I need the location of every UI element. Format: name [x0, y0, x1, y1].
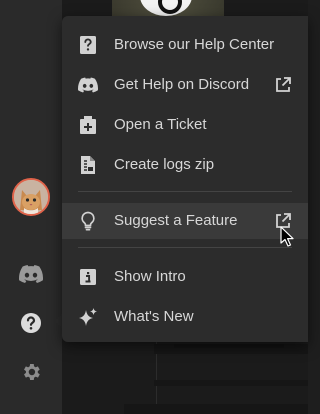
left-rail [0, 0, 62, 414]
menu-divider [78, 191, 292, 192]
discord-icon [78, 75, 98, 95]
menu-item-open-ticket[interactable]: Open a Ticket [62, 107, 308, 143]
settings-rail-button[interactable] [11, 352, 51, 392]
menu-item-show-intro[interactable]: Show Intro [62, 259, 308, 295]
menu-item-label: Browse our Help Center [114, 36, 275, 53]
help-rail-button[interactable] [11, 303, 51, 343]
menu-item-label: Get Help on Discord [114, 76, 250, 93]
menu-item-create-logs-zip[interactable]: Create logs zip [62, 147, 308, 183]
discord-icon [19, 265, 43, 283]
menu-item-browse-help-center[interactable]: Browse our Help Center [62, 27, 308, 63]
help-menu: Browse our Help Center Get Help on Disco… [62, 16, 308, 342]
menu-divider [78, 247, 292, 248]
menu-item-label: Create logs zip [114, 156, 215, 173]
menu-item-label: Open a Ticket [114, 116, 207, 133]
content-row [124, 404, 308, 414]
menu-item-whats-new[interactable]: What's New [62, 299, 308, 335]
content-row [154, 380, 308, 386]
sparkle-icon [78, 307, 98, 327]
gear-icon [24, 364, 40, 380]
discord-rail-button[interactable] [11, 254, 51, 294]
cat-avatar-image [14, 180, 48, 214]
help-icon [21, 313, 41, 333]
lightbulb-icon [78, 211, 98, 231]
menu-item-label: What's New [114, 308, 194, 325]
content-strip [174, 344, 284, 348]
menu-item-label: Show Intro [114, 268, 186, 285]
menu-pointer [55, 314, 62, 328]
external-link-icon [276, 77, 291, 92]
ticket-icon [78, 115, 98, 135]
menu-item-label: Suggest a Feature [114, 212, 238, 229]
menu-item-suggest-feature[interactable]: Suggest a Feature [62, 203, 308, 239]
zip-file-icon [78, 155, 98, 175]
avatar[interactable] [12, 178, 50, 216]
mouse-cursor [280, 226, 294, 247]
info-icon [78, 267, 98, 287]
help-center-icon [78, 35, 98, 55]
menu-item-discord-help[interactable]: Get Help on Discord [62, 67, 308, 103]
